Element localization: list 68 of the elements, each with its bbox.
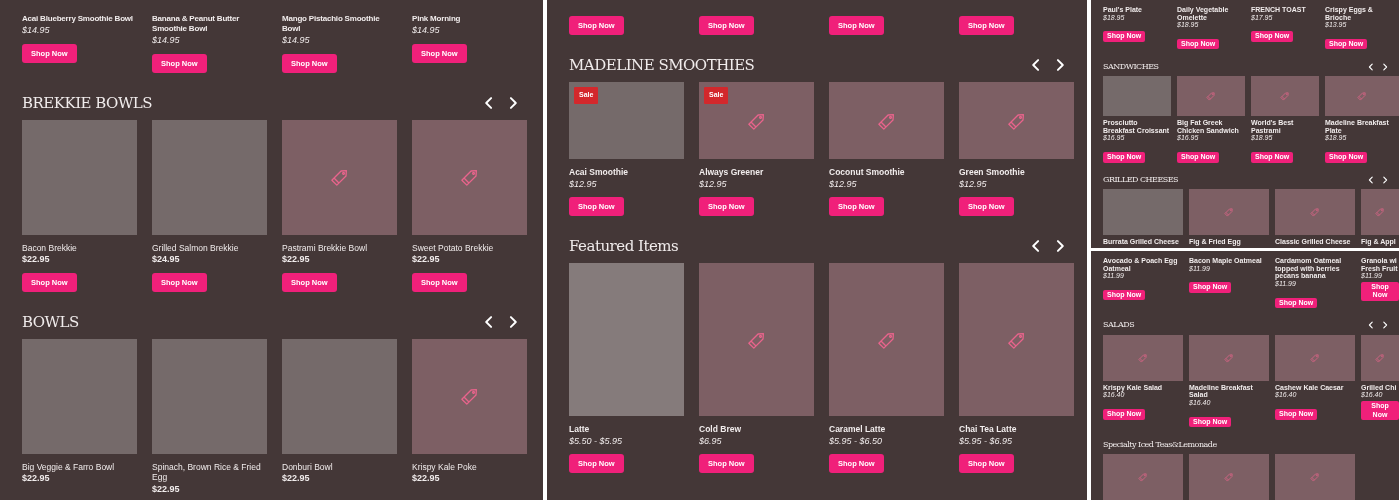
- next-button[interactable]: [1381, 175, 1389, 184]
- product-price: $22.95: [22, 472, 51, 486]
- product-price: $22.95: [412, 472, 441, 486]
- product-name: Krispy Kale Poke: [412, 461, 478, 473]
- tag-icon: [1309, 351, 1321, 364]
- tag-icon: [1279, 90, 1291, 103]
- product-name: Acai Blueberry Smoothie Bowl: [22, 14, 134, 24]
- previous-button[interactable]: [1367, 321, 1375, 330]
- tag-icon: [1374, 206, 1386, 219]
- product-name: Sweet Potato Brekkie: [412, 242, 495, 254]
- product-name: Bacon Brekkie: [22, 242, 78, 254]
- tag-icon: [1223, 206, 1235, 219]
- product-name: Donburi Bowl: [282, 461, 334, 473]
- section-title: BOWLS: [22, 312, 79, 331]
- tag-icon: [1309, 470, 1321, 483]
- tag-icon: [1223, 351, 1235, 364]
- tag-icon: [1137, 351, 1149, 364]
- product-price: $22.95: [22, 253, 51, 267]
- product-name: Coconut Smoothie: [829, 167, 906, 178]
- tag-icon: [1137, 470, 1149, 483]
- product-name: Latte: [569, 424, 591, 435]
- product-price: $22.95: [412, 253, 441, 267]
- product-price: $14.95: [282, 34, 311, 47]
- product-price: $14.95: [412, 24, 441, 37]
- product-name: Grilled Salmon Brekkie: [152, 242, 240, 254]
- tag-icon: [1309, 206, 1321, 219]
- product-name: Pink Morning: [412, 14, 462, 24]
- section-title: SALADS: [1103, 320, 1135, 331]
- product-price: $5.50 - $5.95: [569, 434, 624, 448]
- product-price: $12.95: [569, 177, 598, 191]
- next-button[interactable]: [1381, 62, 1389, 71]
- previous-button[interactable]: [1367, 175, 1375, 184]
- tag-icon: [1374, 351, 1386, 364]
- section-title: Featured Items: [569, 237, 679, 256]
- next-button[interactable]: [1381, 321, 1389, 330]
- product-name: Caramel Latte: [829, 424, 887, 435]
- tag-icon: [1223, 470, 1235, 483]
- product-price: $12.95: [959, 177, 988, 191]
- section-title: BREKKIE BOWLS: [22, 93, 153, 112]
- product-price: $24.95: [152, 253, 181, 267]
- product-name: Pastrami Brekkie Bowl: [282, 242, 369, 254]
- product-name: Green Smoothie: [959, 167, 1026, 178]
- previous-button[interactable]: [1367, 62, 1375, 71]
- product-name: Cold Brew: [699, 424, 743, 435]
- product-name: Banana & Peanut Butter Smoothie Bowl: [152, 14, 241, 34]
- product-name: Mango Pistachio Smoothie Bowl: [282, 14, 381, 34]
- product-name: Acai Smoothie: [569, 167, 630, 178]
- product-name: Big Veggie & Farro Bowl: [22, 461, 116, 473]
- tag-icon: [1205, 90, 1217, 103]
- product-image: [1103, 76, 1171, 117]
- section-title: SANDWICHES: [1103, 61, 1159, 72]
- product-price: $12.95: [829, 177, 858, 191]
- tag-icon: [1356, 90, 1368, 103]
- product-price: $5.95 - $6.95: [959, 434, 1014, 448]
- product-name: Always Greener: [699, 167, 765, 178]
- product-price: $14.95: [152, 34, 181, 47]
- product-price: $5.95 - $6.50: [829, 434, 884, 448]
- section-title: MADELINE SMOOTHIES: [569, 56, 755, 74]
- section-title: GRILLED CHEESES: [1103, 174, 1179, 185]
- product-price: $22.95: [152, 482, 181, 496]
- product-price: $6.95: [699, 434, 723, 448]
- section-title: Specialty Iced Teas&Lemonade: [1103, 439, 1217, 450]
- product-price: $14.95: [22, 24, 51, 37]
- product-name: Chai Tea Latte: [959, 424, 1018, 435]
- product-price: $22.95: [282, 253, 311, 267]
- product-name: Spinach, Brown Rice & Fried Egg: [152, 461, 262, 483]
- product-price: $12.95: [699, 177, 728, 191]
- product-price: $22.95: [282, 472, 311, 486]
